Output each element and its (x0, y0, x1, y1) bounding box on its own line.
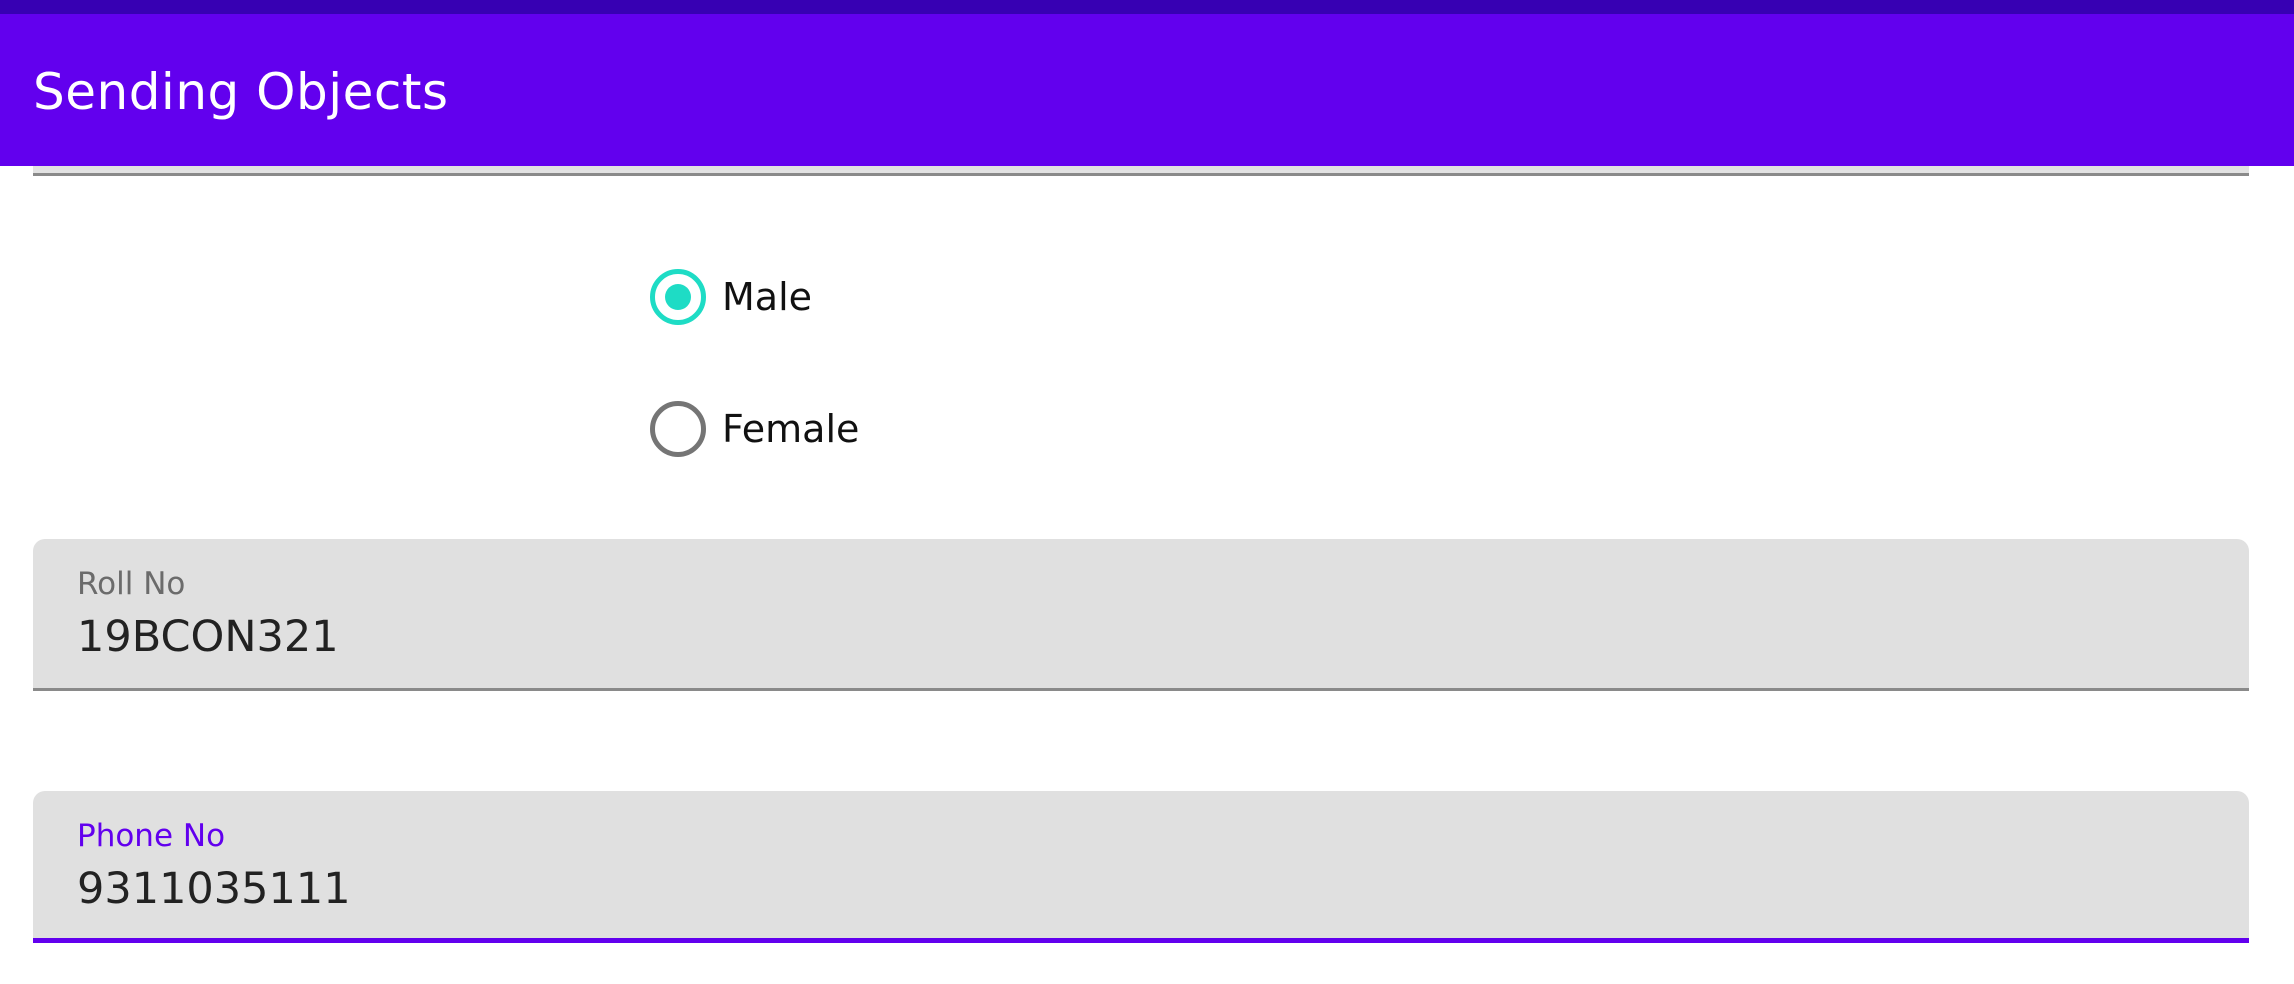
radio-female-label[interactable]: Female (722, 407, 859, 451)
page-title: Sending Objects (33, 63, 449, 121)
app-bar: Sending Objects (0, 14, 2294, 166)
roll-no-input[interactable]: 19BCON321 (77, 611, 339, 663)
radio-male[interactable]: Male (650, 267, 812, 327)
radio-male-label[interactable]: Male (722, 275, 812, 319)
roll-no-field[interactable]: Roll No 19BCON321 (33, 539, 2249, 691)
status-bar (0, 0, 2294, 14)
radio-female[interactable]: Female (650, 399, 859, 459)
phone-no-label: Phone No (77, 818, 226, 854)
phone-no-field[interactable]: Phone No 9311035111 (33, 791, 2249, 943)
roll-no-label: Roll No (77, 566, 186, 602)
top-field-underline (33, 166, 2249, 176)
radio-unchecked-icon[interactable] (650, 401, 706, 457)
radio-checked-icon[interactable] (650, 269, 706, 325)
phone-no-input[interactable]: 9311035111 (77, 863, 351, 915)
